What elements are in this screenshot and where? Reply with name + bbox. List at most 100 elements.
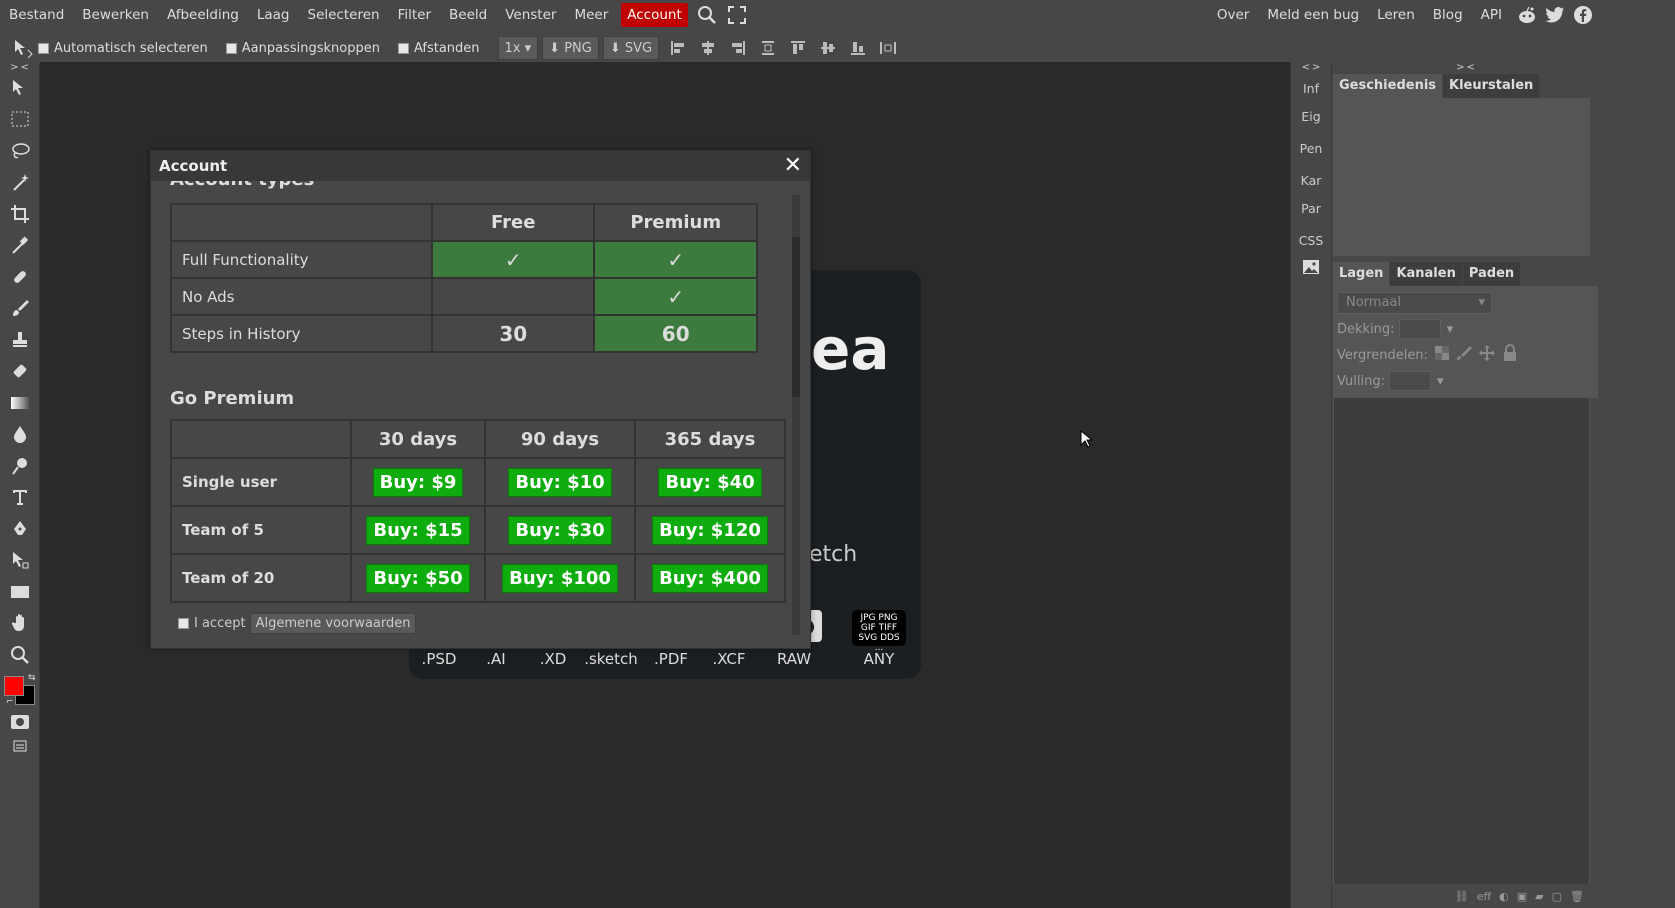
tab-character[interactable]: Kar <box>1291 166 1331 194</box>
tab-properties[interactable]: Eig <box>1291 102 1331 130</box>
align-right-icon[interactable] <box>723 36 753 60</box>
eyedropper-tool[interactable] <box>0 232 40 264</box>
pen-tool[interactable] <box>0 515 40 547</box>
tab-layers[interactable]: Lagen <box>1333 262 1390 286</box>
marquee-tool[interactable] <box>0 106 40 138</box>
twitter-icon[interactable] <box>1543 3 1567 27</box>
distribute-v-icon[interactable] <box>873 36 903 60</box>
buy-button[interactable]: Buy: $10 <box>508 467 612 497</box>
tab-paths[interactable]: Paden <box>1462 262 1521 286</box>
lasso-tool[interactable] <box>0 137 40 169</box>
eraser-tool[interactable] <box>0 358 40 390</box>
menu-bug[interactable]: Meld een bug <box>1258 7 1368 23</box>
tools-toggle[interactable]: > < <box>0 62 39 74</box>
opacity-input[interactable] <box>1398 319 1441 339</box>
crop-tool[interactable] <box>0 200 40 232</box>
trash-icon[interactable]: 🗑 <box>1570 890 1584 903</box>
buy-button[interactable]: Buy: $50 <box>366 563 470 593</box>
panels-toggle[interactable]: > < <box>1333 62 1598 74</box>
move-tool[interactable] <box>0 74 40 106</box>
magic-wand-tool[interactable] <box>0 169 40 201</box>
hand-tool[interactable] <box>0 610 40 642</box>
tab-image[interactable] <box>1291 254 1331 282</box>
buy-button[interactable]: Buy: $120 <box>652 515 768 545</box>
chevron-down-icon[interactable]: ▾ <box>1447 322 1454 337</box>
tab-swatches[interactable]: Kleurstalen <box>1443 74 1540 98</box>
dodge-tool[interactable] <box>0 452 40 484</box>
dialog-titlebar[interactable]: Account ✕ <box>151 151 810 181</box>
dialog-scrollbar[interactable] <box>792 195 800 635</box>
link-layers-icon[interactable]: ⛓ <box>1455 890 1469 903</box>
menu-account[interactable]: Account <box>621 3 688 27</box>
effects-button[interactable]: eff <box>1477 890 1491 903</box>
accept-checkbox[interactable] <box>178 618 189 629</box>
lock-pixels-icon[interactable] <box>1456 345 1473 365</box>
menu-bestand[interactable]: Bestand <box>0 3 73 27</box>
buy-button[interactable]: Buy: $9 <box>372 467 464 497</box>
scrollbar-thumb[interactable] <box>792 237 800 397</box>
fullscreen-icon[interactable] <box>722 3 752 27</box>
fill-input[interactable] <box>1388 371 1431 391</box>
blend-mode-select[interactable]: Normaal ▾ <box>1337 292 1492 314</box>
brush-tool[interactable] <box>0 295 40 327</box>
tab-brush[interactable]: Pen <box>1291 134 1331 162</box>
buy-button[interactable]: Buy: $15 <box>366 515 470 545</box>
menu-venster[interactable]: Venster <box>496 3 565 27</box>
menu-selecteren[interactable]: Selecteren <box>299 3 389 27</box>
adjustment-icon[interactable]: ◐ <box>1499 890 1509 903</box>
buy-button[interactable]: Buy: $40 <box>658 467 762 497</box>
close-icon[interactable]: ✕ <box>784 154 802 178</box>
menu-meer[interactable]: Meer <box>565 3 617 27</box>
tab-channels[interactable]: Kanalen <box>1390 262 1462 286</box>
tab-paragraph[interactable]: Par <box>1291 194 1331 222</box>
distribute-h-icon[interactable] <box>753 36 783 60</box>
gradient-tool[interactable] <box>0 389 40 421</box>
align-middle-icon[interactable] <box>813 36 843 60</box>
distances-option[interactable]: Afstanden <box>397 41 480 56</box>
menu-bewerken[interactable]: Bewerken <box>73 3 158 27</box>
reset-colors-icon[interactable]: ⌐ <box>6 697 14 707</box>
terms-button[interactable]: Algemene voorwaarden <box>249 613 417 634</box>
buy-button[interactable]: Buy: $30 <box>508 515 612 545</box>
foreground-color-swatch[interactable] <box>4 675 24 696</box>
distances-checkbox[interactable] <box>397 42 409 54</box>
menu-leren[interactable]: Leren <box>1368 7 1424 23</box>
tab-history[interactable]: Geschiedenis <box>1333 74 1443 98</box>
path-select-tool[interactable] <box>0 547 40 579</box>
auto-select-checkbox[interactable] <box>38 42 49 54</box>
quick-mask-button[interactable] <box>0 709 40 741</box>
screen-mode-button[interactable] <box>0 740 39 760</box>
align-center-h-icon[interactable] <box>693 36 723 60</box>
auto-select-option[interactable]: Automatisch selecteren <box>38 41 208 56</box>
align-top-icon[interactable] <box>783 36 813 60</box>
export-png-button[interactable]: ⬇ PNG <box>542 36 599 60</box>
menu-laag[interactable]: Laag <box>248 3 299 27</box>
stamp-tool[interactable] <box>0 326 40 358</box>
facebook-icon[interactable] <box>1571 3 1595 27</box>
mask-icon[interactable]: ▣ <box>1517 890 1527 903</box>
lock-position-icon[interactable] <box>1478 344 1496 366</box>
transform-controls-checkbox[interactable] <box>225 42 237 54</box>
reddit-icon[interactable] <box>1515 3 1539 27</box>
heal-tool[interactable] <box>0 263 40 295</box>
menu-beeld[interactable]: Beeld <box>440 3 496 27</box>
shape-tool[interactable] <box>0 578 40 610</box>
chevron-down-icon[interactable]: ▾ <box>1437 374 1444 389</box>
new-layer-icon[interactable]: ▢ <box>1552 890 1562 903</box>
lock-transparency-icon[interactable] <box>1434 345 1450 365</box>
menu-api[interactable]: API <box>1472 7 1511 23</box>
align-bottom-icon[interactable] <box>843 36 873 60</box>
zoom-select[interactable]: 1x ▾ <box>497 36 539 60</box>
search-icon[interactable] <box>692 3 722 27</box>
menu-afbeelding[interactable]: Afbeelding <box>158 3 248 27</box>
tab-info[interactable]: Inf <box>1291 74 1331 102</box>
buy-button[interactable]: Buy: $400 <box>652 563 768 593</box>
align-left-icon[interactable] <box>663 36 693 60</box>
menu-filter[interactable]: Filter <box>389 3 440 27</box>
side-toggle[interactable]: < > <box>1291 62 1331 74</box>
tab-css[interactable]: CSS <box>1291 226 1331 254</box>
swap-colors-icon[interactable]: ⇆ <box>28 673 36 683</box>
blur-tool[interactable] <box>0 421 40 453</box>
folder-icon[interactable]: ▰ <box>1535 890 1543 903</box>
text-tool[interactable] <box>0 484 40 516</box>
